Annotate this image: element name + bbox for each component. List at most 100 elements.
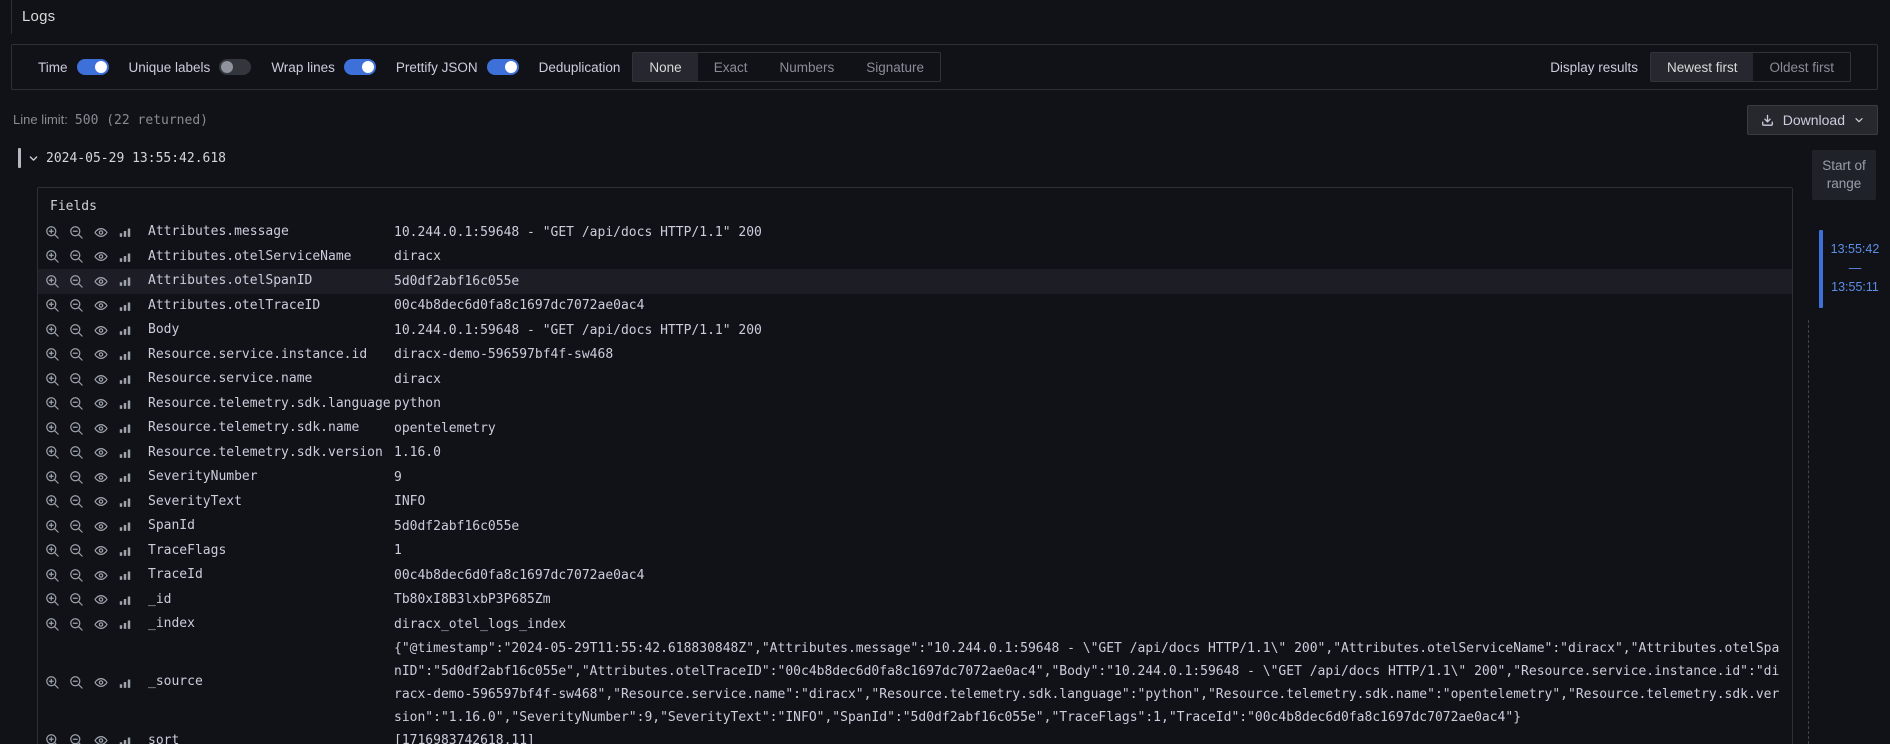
field-row: Attributes.message 10.244.0.1:59648 - "G… <box>38 220 1792 245</box>
eye-icon[interactable] <box>93 568 109 583</box>
magnifier-minus-icon[interactable] <box>69 396 84 411</box>
option-oldest-first[interactable]: Oldest first <box>1753 53 1850 81</box>
magnifier-plus-icon[interactable] <box>45 675 60 690</box>
magnifier-minus-icon[interactable] <box>69 323 84 338</box>
eye-icon[interactable] <box>93 347 109 362</box>
eye-icon[interactable] <box>93 225 109 240</box>
eye-icon[interactable] <box>93 733 109 744</box>
magnifier-minus-icon[interactable] <box>69 225 84 240</box>
magnifier-minus-icon[interactable] <box>69 543 84 558</box>
magnifier-minus-icon[interactable] <box>69 617 84 632</box>
field-value: {"@timestamp":"2024-05-29T11:55:42.61883… <box>394 637 1792 729</box>
download-button[interactable]: Download <box>1747 105 1878 135</box>
magnifier-plus-icon[interactable] <box>45 592 60 607</box>
magnifier-plus-icon[interactable] <box>45 568 60 583</box>
eye-icon[interactable] <box>93 592 109 607</box>
toggle-switch[interactable] <box>344 59 376 75</box>
magnifier-plus-icon[interactable] <box>45 445 60 460</box>
magnifier-plus-icon[interactable] <box>45 470 60 485</box>
stats-bar-chart-icon[interactable] <box>118 323 132 337</box>
stats-bar-chart-icon[interactable] <box>118 568 132 582</box>
eye-icon[interactable] <box>93 617 109 632</box>
stats-bar-chart-icon[interactable] <box>118 446 132 460</box>
option-exact[interactable]: Exact <box>698 53 764 81</box>
magnifier-minus-icon[interactable] <box>69 675 84 690</box>
option-numbers[interactable]: Numbers <box>763 53 850 81</box>
magnifier-minus-icon[interactable] <box>69 445 84 460</box>
eye-icon[interactable] <box>93 494 109 509</box>
magnifier-minus-icon[interactable] <box>69 733 84 744</box>
field-actions <box>38 396 148 411</box>
magnifier-plus-icon[interactable] <box>45 494 60 509</box>
eye-icon[interactable] <box>93 445 109 460</box>
page-title: Logs <box>22 8 55 25</box>
stats-bar-chart-icon[interactable] <box>118 593 132 607</box>
magnifier-plus-icon[interactable] <box>45 421 60 436</box>
eye-icon[interactable] <box>93 396 109 411</box>
magnifier-plus-icon[interactable] <box>45 733 60 744</box>
eye-icon[interactable] <box>93 519 109 534</box>
stats-bar-chart-icon[interactable] <box>118 250 132 264</box>
magnifier-plus-icon[interactable] <box>45 225 60 240</box>
minimap-range-bar[interactable] <box>1819 230 1823 308</box>
field-actions <box>38 733 148 744</box>
log-row[interactable]: 2024-05-29 13:55:42.618 <box>18 147 226 169</box>
download-icon <box>1760 113 1775 128</box>
magnifier-minus-icon[interactable] <box>69 494 84 509</box>
option-signature[interactable]: Signature <box>850 53 940 81</box>
eye-icon[interactable] <box>93 298 109 313</box>
field-name: Resource.telemetry.sdk.version <box>148 441 394 466</box>
stats-bar-chart-icon[interactable] <box>118 348 132 362</box>
eye-icon[interactable] <box>93 543 109 558</box>
magnifier-plus-icon[interactable] <box>45 372 60 387</box>
stats-bar-chart-icon[interactable] <box>118 421 132 435</box>
toggle-switch[interactable] <box>77 59 109 75</box>
eye-icon[interactable] <box>93 421 109 436</box>
stats-bar-chart-icon[interactable] <box>118 544 132 558</box>
magnifier-minus-icon[interactable] <box>69 470 84 485</box>
field-name: Body <box>148 318 394 343</box>
eye-icon[interactable] <box>93 323 109 338</box>
option-none[interactable]: None <box>633 53 697 81</box>
collapse-chevron-icon[interactable] <box>28 153 39 164</box>
eye-icon[interactable] <box>93 675 109 690</box>
magnifier-minus-icon[interactable] <box>69 421 84 436</box>
magnifier-plus-icon[interactable] <box>45 543 60 558</box>
magnifier-minus-icon[interactable] <box>69 519 84 534</box>
stats-bar-chart-icon[interactable] <box>118 299 132 313</box>
field-name: _id <box>148 588 394 613</box>
field-row: Resource.telemetry.sdk.language python <box>38 392 1792 417</box>
magnifier-plus-icon[interactable] <box>45 396 60 411</box>
stats-bar-chart-icon[interactable] <box>118 225 132 239</box>
magnifier-minus-icon[interactable] <box>69 298 84 313</box>
magnifier-minus-icon[interactable] <box>69 372 84 387</box>
magnifier-plus-icon[interactable] <box>45 519 60 534</box>
eye-icon[interactable] <box>93 372 109 387</box>
magnifier-minus-icon[interactable] <box>69 274 84 289</box>
stats-bar-chart-icon[interactable] <box>118 397 132 411</box>
stats-bar-chart-icon[interactable] <box>118 734 132 744</box>
magnifier-minus-icon[interactable] <box>69 249 84 264</box>
magnifier-plus-icon[interactable] <box>45 274 60 289</box>
stats-bar-chart-icon[interactable] <box>118 470 132 484</box>
magnifier-plus-icon[interactable] <box>45 323 60 338</box>
magnifier-plus-icon[interactable] <box>45 347 60 362</box>
magnifier-minus-icon[interactable] <box>69 592 84 607</box>
stats-bar-chart-icon[interactable] <box>118 495 132 509</box>
stats-bar-chart-icon[interactable] <box>118 372 132 386</box>
eye-icon[interactable] <box>93 470 109 485</box>
magnifier-plus-icon[interactable] <box>45 249 60 264</box>
magnifier-plus-icon[interactable] <box>45 298 60 313</box>
toggle-switch[interactable] <box>219 59 251 75</box>
option-newest-first[interactable]: Newest first <box>1651 53 1754 81</box>
stats-bar-chart-icon[interactable] <box>118 519 132 533</box>
stats-bar-chart-icon[interactable] <box>118 676 132 690</box>
eye-icon[interactable] <box>93 274 109 289</box>
stats-bar-chart-icon[interactable] <box>118 617 132 631</box>
stats-bar-chart-icon[interactable] <box>118 274 132 288</box>
magnifier-minus-icon[interactable] <box>69 347 84 362</box>
magnifier-plus-icon[interactable] <box>45 617 60 632</box>
toggle-switch[interactable] <box>487 59 519 75</box>
magnifier-minus-icon[interactable] <box>69 568 84 583</box>
eye-icon[interactable] <box>93 249 109 264</box>
